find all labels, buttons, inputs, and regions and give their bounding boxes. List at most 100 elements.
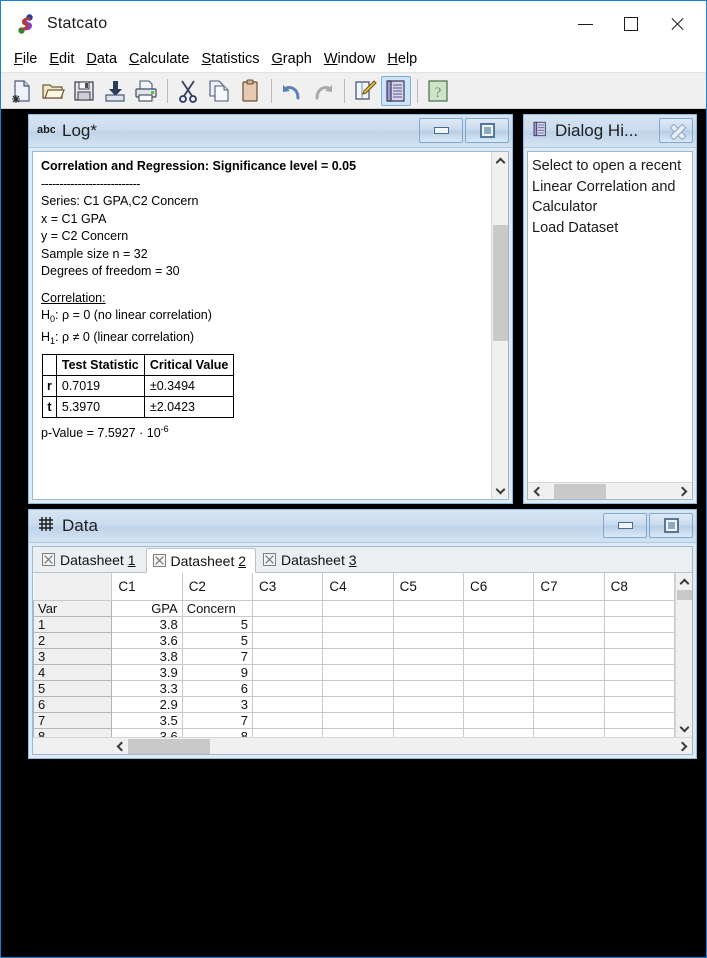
row-index[interactable]: 3	[34, 648, 112, 664]
new-button[interactable]	[7, 76, 37, 106]
paste-button[interactable]	[235, 76, 265, 106]
row-index[interactable]: 2	[34, 632, 112, 648]
data-vertical-scrollbar[interactable]	[675, 573, 692, 737]
grid-cell-c6-r3[interactable]	[464, 648, 534, 664]
grid-cell-c4-r1[interactable]	[323, 616, 393, 632]
undo-button[interactable]	[277, 76, 307, 106]
grid-cell-c8-r7[interactable]	[604, 712, 674, 728]
grid-cell-c2-r8[interactable]: 8	[182, 728, 252, 737]
grid-cell-c1-r2[interactable]: 3.6	[112, 632, 182, 648]
redo-button[interactable]	[308, 76, 338, 106]
row-index[interactable]: 1	[34, 616, 112, 632]
data-minimize-button[interactable]	[603, 513, 647, 538]
column-header-c7[interactable]: C7	[534, 573, 604, 600]
grid-cell-c7-r4[interactable]	[534, 664, 604, 680]
grid-cell-c1-r4[interactable]: 3.9	[112, 664, 182, 680]
grid-cell-c2-r1[interactable]: 5	[182, 616, 252, 632]
grid-cell-c6-r6[interactable]	[464, 696, 534, 712]
grid-cell-c6-r7[interactable]	[464, 712, 534, 728]
grid-cell-c5-r6[interactable]	[393, 696, 463, 712]
list-item[interactable]: Load Dataset	[530, 218, 692, 239]
var-name-c4[interactable]	[323, 600, 393, 616]
column-header-c1[interactable]: C1	[112, 573, 182, 600]
dialog-history-close-button[interactable]	[659, 118, 693, 143]
tab-datasheet-1[interactable]: Datasheet 1	[35, 547, 146, 572]
grid-cell-c1-r6[interactable]: 2.9	[112, 696, 182, 712]
edit-log-button[interactable]	[350, 76, 380, 106]
menu-item-edit[interactable]: Edit	[43, 49, 80, 69]
var-name-c8[interactable]	[604, 600, 674, 616]
tab-datasheet-2[interactable]: Datasheet 2	[146, 548, 257, 573]
tab-datasheet-3[interactable]: Datasheet 3	[256, 547, 367, 572]
cut-button[interactable]	[173, 76, 203, 106]
grid-cell-c5-r3[interactable]	[393, 648, 463, 664]
grid-cell-c4-r5[interactable]	[323, 680, 393, 696]
scroll-track[interactable]	[492, 169, 509, 482]
scroll-left-button[interactable]	[111, 738, 128, 755]
grid-cell-c5-r8[interactable]	[393, 728, 463, 737]
var-name-c2[interactable]: Concern	[182, 600, 252, 616]
var-name-c1[interactable]: GPA	[112, 600, 182, 616]
grid-cell-c6-r2[interactable]	[464, 632, 534, 648]
var-name-c7[interactable]	[534, 600, 604, 616]
grid-cell-c8-r1[interactable]	[604, 616, 674, 632]
row-index[interactable]: 8	[34, 728, 112, 737]
grid-cell-c3-r3[interactable]	[253, 648, 323, 664]
grid-cell-c8-r2[interactable]	[604, 632, 674, 648]
grid-cell-c3-r5[interactable]	[253, 680, 323, 696]
scroll-thumb[interactable]	[677, 590, 692, 600]
column-header-c3[interactable]: C3	[253, 573, 323, 600]
print-button[interactable]	[131, 76, 161, 106]
import-button[interactable]	[100, 76, 130, 106]
grid-cell-c7-r5[interactable]	[534, 680, 604, 696]
copy-button[interactable]	[204, 76, 234, 106]
close-icon[interactable]	[42, 553, 55, 566]
grid-cell-c3-r8[interactable]	[253, 728, 323, 737]
grid-cell-c7-r1[interactable]	[534, 616, 604, 632]
data-horizontal-scrollbar[interactable]	[33, 737, 692, 754]
dialog-history-horizontal-scrollbar[interactable]	[528, 482, 692, 499]
row-index[interactable]: 5	[34, 680, 112, 696]
grid-cell-c1-r3[interactable]: 3.8	[112, 648, 182, 664]
grid-cell-c2-r7[interactable]: 7	[182, 712, 252, 728]
grid-cell-c7-r2[interactable]	[534, 632, 604, 648]
data-maximize-button[interactable]	[649, 513, 693, 538]
grid-cell-c5-r4[interactable]	[393, 664, 463, 680]
scroll-up-button[interactable]	[676, 573, 693, 590]
var-name-c6[interactable]	[464, 600, 534, 616]
grid-cell-c2-r6[interactable]: 3	[182, 696, 252, 712]
grid-cell-c3-r6[interactable]	[253, 696, 323, 712]
grid-cell-c8-r4[interactable]	[604, 664, 674, 680]
close-icon[interactable]	[153, 554, 166, 567]
scroll-right-button[interactable]	[675, 738, 692, 755]
grid-cell-c4-r4[interactable]	[323, 664, 393, 680]
column-header-c2[interactable]: C2	[182, 573, 252, 600]
menu-item-window[interactable]: Window	[318, 49, 382, 69]
var-name-c5[interactable]	[393, 600, 463, 616]
row-index[interactable]: 7	[34, 712, 112, 728]
grid-cell-c6-r1[interactable]	[464, 616, 534, 632]
grid-cell-c5-r7[interactable]	[393, 712, 463, 728]
log-window-titlebar[interactable]: abc Log*	[29, 115, 512, 148]
scroll-thumb[interactable]	[493, 225, 508, 341]
scroll-track[interactable]	[128, 738, 675, 755]
list-item[interactable]: Select to open a recent	[530, 156, 692, 177]
window-close-button[interactable]	[654, 9, 700, 39]
grid-cell-c8-r3[interactable]	[604, 648, 674, 664]
grid-cell-c1-r7[interactable]: 3.5	[112, 712, 182, 728]
grid-cell-c2-r2[interactable]: 5	[182, 632, 252, 648]
scroll-down-button[interactable]	[676, 720, 693, 737]
scroll-left-button[interactable]	[528, 483, 545, 500]
menu-item-help[interactable]: Help	[381, 49, 423, 69]
window-minimize-button[interactable]	[562, 9, 608, 39]
grid-cell-c4-r7[interactable]	[323, 712, 393, 728]
log-text-content[interactable]: Correlation and Regression: Significance…	[33, 152, 491, 499]
grid-cell-c6-r8[interactable]	[464, 728, 534, 737]
var-name-c3[interactable]	[253, 600, 323, 616]
grid-cell-c5-r2[interactable]	[393, 632, 463, 648]
scroll-thumb[interactable]	[128, 739, 210, 754]
close-icon[interactable]	[263, 553, 276, 566]
scroll-down-button[interactable]	[492, 482, 509, 499]
column-header-c4[interactable]: C4	[323, 573, 393, 600]
column-header-c5[interactable]: C5	[393, 573, 463, 600]
